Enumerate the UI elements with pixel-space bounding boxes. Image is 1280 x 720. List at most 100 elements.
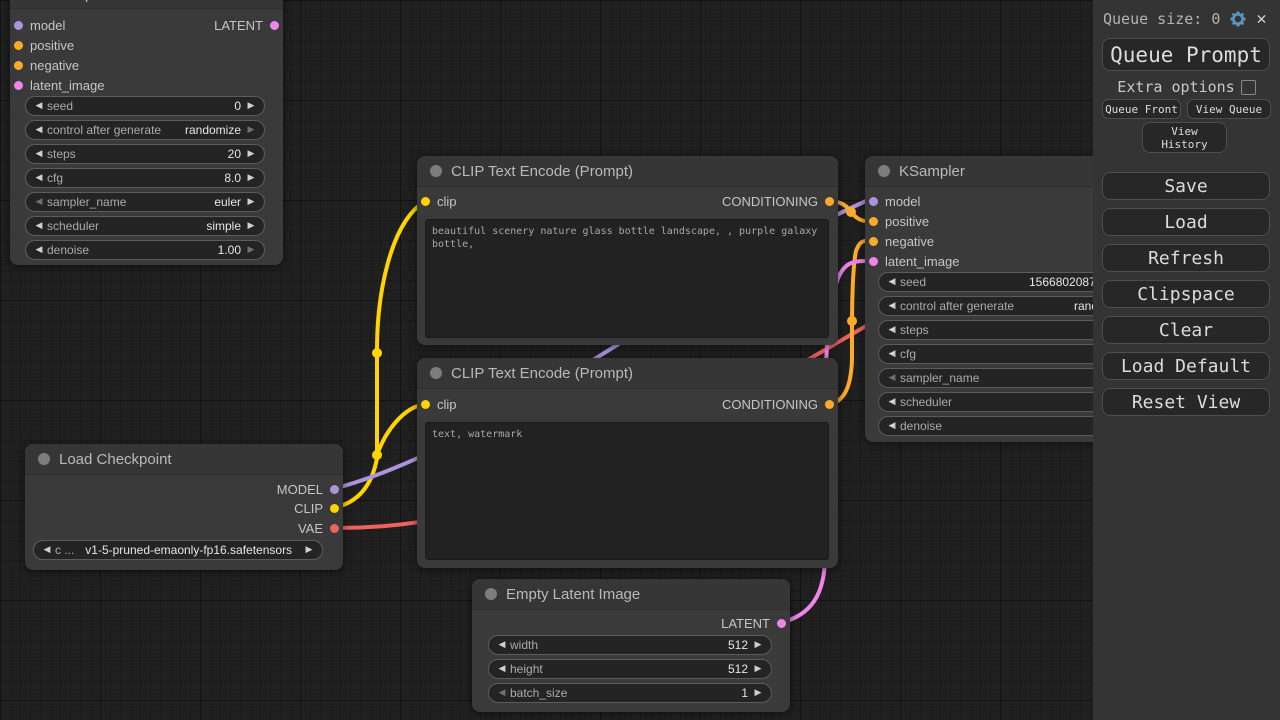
steps-widget[interactable]: ◀ steps <box>878 320 1118 340</box>
input-port-positive[interactable]: positive <box>869 211 929 231</box>
node-clip-text-encode-negative[interactable]: CLIP Text Encode (Prompt) clip CONDITION… <box>417 358 838 568</box>
denoise-widget[interactable]: ◀ denoise 1.00 ▶ <box>25 240 265 260</box>
control-after-generate-widget[interactable]: ◀ control after generate randomize ▶ <box>25 120 265 140</box>
increment-arrow-icon[interactable]: ▶ <box>245 101 257 111</box>
view-queue-button[interactable]: View Queue <box>1187 99 1271 119</box>
increment-arrow-icon[interactable]: ▶ <box>245 245 257 255</box>
output-port-latent[interactable]: LATENT <box>721 613 786 633</box>
model-port-icon[interactable] <box>869 197 878 206</box>
decrement-arrow-icon[interactable]: ◀ <box>496 664 508 674</box>
cfg-widget[interactable]: ◀ cfg <box>878 344 1118 364</box>
conditioning-port-icon[interactable] <box>869 237 878 246</box>
node-title-bar[interactable]: KSampler <box>10 0 283 9</box>
node-title-bar[interactable]: CLIP Text Encode (Prompt) <box>417 156 838 187</box>
denoise-widget[interactable]: ◀ denoise <box>878 416 1118 436</box>
decrement-arrow-icon[interactable]: ◀ <box>33 125 45 135</box>
decrement-arrow-icon[interactable]: ◀ <box>886 301 898 311</box>
increment-arrow-icon[interactable]: ▶ <box>752 664 764 674</box>
collapse-dot-icon[interactable] <box>430 165 442 177</box>
conditioning-port-icon[interactable] <box>825 400 834 409</box>
decrement-arrow-icon[interactable]: ◀ <box>33 197 45 207</box>
collapse-dot-icon[interactable] <box>38 453 50 465</box>
decrement-arrow-icon[interactable]: ◀ <box>886 349 898 359</box>
latent-port-icon[interactable] <box>14 81 23 90</box>
latent-port-icon[interactable] <box>777 619 786 628</box>
decrement-arrow-icon[interactable]: ◀ <box>886 421 898 431</box>
control-after-generate-widget[interactable]: ◀ control after generate randomize <box>878 296 1118 316</box>
node-graph-canvas[interactable]: KSampler model LATENT positive negative … <box>0 0 1280 720</box>
node-empty-latent-image[interactable]: Empty Latent Image LATENT ◀ width 512 ▶ … <box>472 579 790 712</box>
increment-arrow-icon[interactable]: ▶ <box>245 149 257 159</box>
input-port-negative[interactable]: negative <box>869 231 934 251</box>
steps-widget[interactable]: ◀ steps 20 ▶ <box>25 144 265 164</box>
refresh-button[interactable]: Refresh <box>1102 244 1270 272</box>
output-port-conditioning[interactable]: CONDITIONING <box>722 191 834 211</box>
conditioning-port-icon[interactable] <box>14 41 23 50</box>
latent-port-icon[interactable] <box>270 21 279 30</box>
output-port-latent[interactable]: LATENT <box>214 15 279 35</box>
input-port-clip[interactable]: clip <box>421 394 457 414</box>
clip-port-icon[interactable] <box>330 504 339 513</box>
ckpt-name-widget[interactable]: ◀ c ... v1-5-pruned-emaonly-fp16.safeten… <box>33 540 323 560</box>
model-port-icon[interactable] <box>14 21 23 30</box>
input-port-clip[interactable]: clip <box>421 191 457 211</box>
increment-arrow-icon[interactable]: ▶ <box>752 688 764 698</box>
seed-widget[interactable]: ◀ seed 1566802087 <box>878 272 1118 292</box>
input-port-model[interactable]: model <box>869 191 920 211</box>
node-title-bar[interactable]: Empty Latent Image <box>472 579 790 610</box>
queue-prompt-button[interactable]: Queue Prompt <box>1102 38 1270 71</box>
increment-arrow-icon[interactable]: ▶ <box>752 640 764 650</box>
collapse-dot-icon[interactable] <box>878 165 890 177</box>
model-port-icon[interactable] <box>330 485 339 494</box>
collapse-dot-icon[interactable] <box>485 588 497 600</box>
load-default-button[interactable]: Load Default <box>1102 352 1270 380</box>
decrement-arrow-icon[interactable]: ◀ <box>33 245 45 255</box>
node-title-bar[interactable]: Load Checkpoint <box>25 444 343 475</box>
clip-port-icon[interactable] <box>421 400 430 409</box>
decrement-arrow-icon[interactable]: ◀ <box>33 149 45 159</box>
close-icon[interactable]: ✕ <box>1256 9 1266 29</box>
node-ksampler-left[interactable]: KSampler model LATENT positive negative … <box>10 0 283 265</box>
width-widget[interactable]: ◀ width 512 ▶ <box>488 635 772 655</box>
increment-arrow-icon[interactable]: ▶ <box>245 173 257 183</box>
increment-arrow-icon[interactable]: ▶ <box>245 221 257 231</box>
sampler-name-widget[interactable]: ◀ sampler_name <box>878 368 1118 388</box>
input-port-negative[interactable]: negative <box>14 55 79 75</box>
output-port-conditioning[interactable]: CONDITIONING <box>722 394 834 414</box>
decrement-arrow-icon[interactable]: ◀ <box>33 173 45 183</box>
increment-arrow-icon[interactable]: ▶ <box>245 197 257 207</box>
collapse-dot-icon[interactable] <box>430 367 442 379</box>
latent-port-icon[interactable] <box>869 257 878 266</box>
output-port-clip[interactable]: CLIP <box>294 498 339 518</box>
input-port-positive[interactable]: positive <box>14 35 74 55</box>
load-button[interactable]: Load <box>1102 208 1270 236</box>
input-port-model[interactable]: model <box>14 15 65 35</box>
height-widget[interactable]: ◀ height 512 ▶ <box>488 659 772 679</box>
input-port-latent-image[interactable]: latent_image <box>869 251 959 271</box>
decrement-arrow-icon[interactable]: ◀ <box>33 221 45 231</box>
output-port-model[interactable]: MODEL <box>277 479 339 499</box>
clipspace-button[interactable]: Clipspace <box>1102 280 1270 308</box>
save-button[interactable]: Save <box>1102 172 1270 200</box>
settings-gear-icon[interactable] <box>1228 9 1248 29</box>
decrement-arrow-icon[interactable]: ◀ <box>496 688 508 698</box>
batch-size-widget[interactable]: ◀ batch_size 1 ▶ <box>488 683 772 703</box>
clip-port-icon[interactable] <box>421 197 430 206</box>
conditioning-port-icon[interactable] <box>14 61 23 70</box>
node-title-bar[interactable]: CLIP Text Encode (Prompt) <box>417 358 838 389</box>
conditioning-port-icon[interactable] <box>825 197 834 206</box>
queue-front-button[interactable]: Queue Front <box>1102 99 1181 119</box>
view-history-button[interactable]: View History <box>1142 122 1227 153</box>
prompt-textarea[interactable]: text, watermark <box>425 422 829 560</box>
output-port-vae[interactable]: VAE <box>298 518 339 538</box>
sampler-name-widget[interactable]: ◀ sampler_name euler ▶ <box>25 192 265 212</box>
scheduler-widget[interactable]: ◀ scheduler <box>878 392 1118 412</box>
decrement-arrow-icon[interactable]: ◀ <box>41 545 53 555</box>
node-load-checkpoint[interactable]: Load Checkpoint MODEL CLIP VAE ◀ c ... v… <box>25 444 343 570</box>
seed-widget[interactable]: ◀ seed 0 ▶ <box>25 96 265 116</box>
increment-arrow-icon[interactable]: ▶ <box>245 125 257 135</box>
vae-port-icon[interactable] <box>330 524 339 533</box>
decrement-arrow-icon[interactable]: ◀ <box>33 101 45 111</box>
decrement-arrow-icon[interactable]: ◀ <box>886 325 898 335</box>
clear-button[interactable]: Clear <box>1102 316 1270 344</box>
